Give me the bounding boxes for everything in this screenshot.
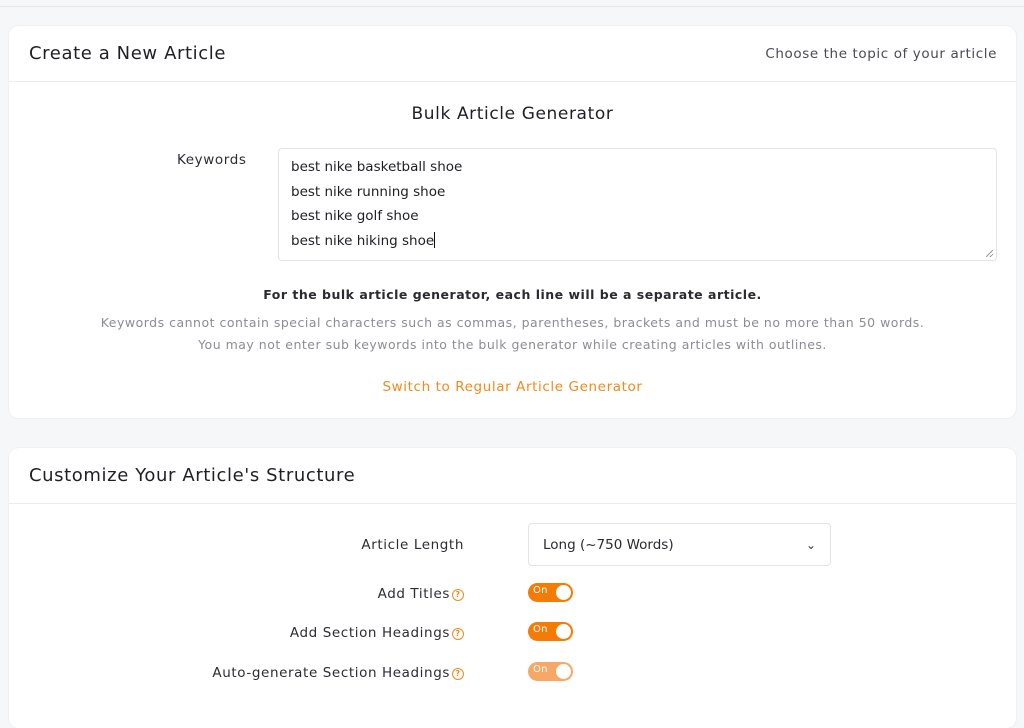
- sub-keyword-note: You may not enter sub keywords into the …: [198, 337, 827, 352]
- toggle-knob: [556, 624, 571, 639]
- create-article-card: Create a New Article Choose the topic of…: [9, 26, 1016, 418]
- keyword-line: best nike basketball shoe: [291, 159, 463, 175]
- switch-generator-link[interactable]: Switch to Regular Article Generator: [9, 379, 1016, 395]
- chevron-down-icon: ⌄: [805, 537, 816, 552]
- toggle-label: Auto-generate Section Headings?: [212, 665, 464, 681]
- keyword-rules-note: Keywords cannot contain special characte…: [100, 315, 925, 330]
- question-circle-icon[interactable]: ?: [452, 589, 464, 601]
- top-divider: [0, 6, 1024, 7]
- toggle-text: On: [533, 664, 548, 675]
- article-length-select[interactable]: Long (~750 Words) ⌄: [528, 523, 831, 566]
- toggle-label-text: Auto-generate Section Headings: [212, 665, 450, 681]
- keyword-line-with-caret: best nike hiking shoe: [291, 229, 984, 254]
- add-section-headings-toggle[interactable]: On: [528, 622, 573, 641]
- text-caret: [434, 231, 436, 248]
- toggle-label: Add Section Headings?: [290, 625, 464, 641]
- keyword-line-text: best nike hiking shoe: [291, 232, 435, 249]
- card-subtitle: Choose the topic of your article: [765, 45, 997, 62]
- structure-card: Customize Your Article's Structure Artic…: [9, 448, 1016, 728]
- keyword-line: best nike running shoe: [291, 183, 446, 200]
- toggle-label-text: Add Section Headings: [289, 625, 450, 641]
- article-length-label: Article Length: [361, 537, 464, 553]
- section-title: Bulk Article Generator: [411, 104, 614, 124]
- keyword-line: best nike golf shoe: [291, 208, 419, 224]
- article-length-value: Long (~750 Words): [543, 536, 674, 553]
- toggle-text: On: [533, 624, 548, 635]
- resize-handle[interactable]: [986, 250, 993, 257]
- keywords-textarea[interactable]: best nike basketball shoe best nike runn…: [278, 148, 997, 261]
- toggle-knob: [556, 585, 571, 600]
- toggle-label: Add Titles?: [378, 586, 464, 602]
- question-circle-icon[interactable]: ?: [452, 628, 464, 640]
- question-circle-icon[interactable]: ?: [452, 668, 464, 680]
- card-header: Create a New Article Choose the topic of…: [9, 26, 1016, 82]
- toggle-label-text: Add Titles: [377, 586, 450, 602]
- toggle-row-auto-generate: Auto-generate Section Headings? On: [9, 448, 1016, 681]
- bulk-note: For the bulk article generator, each lin…: [263, 287, 762, 302]
- auto-generate-headings-toggle[interactable]: On: [528, 662, 573, 681]
- toggle-knob: [556, 664, 571, 679]
- keywords-label: Keywords: [177, 152, 247, 168]
- toggle-text: On: [533, 585, 548, 596]
- card-title: Create a New Article: [29, 43, 227, 64]
- add-titles-toggle[interactable]: On: [528, 583, 573, 602]
